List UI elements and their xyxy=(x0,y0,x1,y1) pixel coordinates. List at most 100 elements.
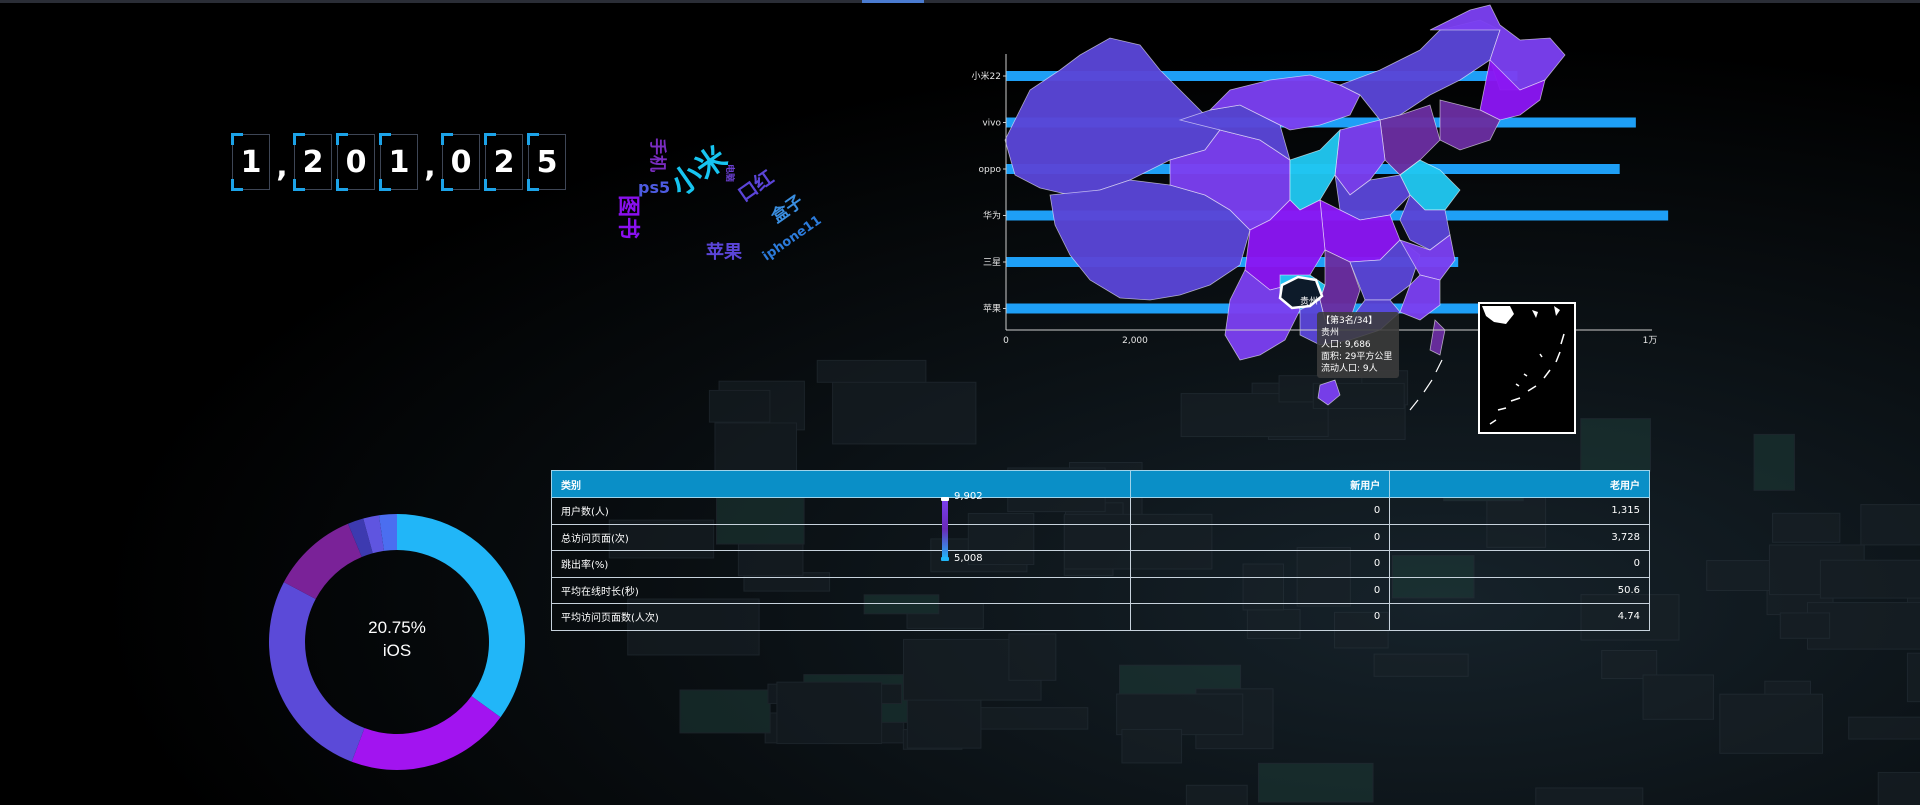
table-cell-old-users: 4.74 xyxy=(1389,603,1650,631)
word-cloud-word[interactable]: ps5 xyxy=(638,178,670,197)
bg-building xyxy=(1116,693,1244,736)
donut-slice[interactable] xyxy=(269,582,365,762)
table-cell-new-users: 0 xyxy=(1130,576,1391,604)
table-row: 跳出率(%) 0 0 xyxy=(550,550,1650,578)
bg-building xyxy=(1848,716,1920,740)
vmap-max-label: 9,902 xyxy=(954,491,983,502)
bg-building xyxy=(1819,559,1920,599)
bg-building xyxy=(1642,674,1714,720)
table-cell-category: 总访问页面(次) xyxy=(550,523,1132,551)
counter-digit: 2 xyxy=(484,133,523,191)
bg-building xyxy=(1906,652,1920,703)
word-cloud-word[interactable]: 手机 xyxy=(647,138,672,172)
bg-building xyxy=(1257,762,1374,803)
total-counter: 1,201,025 xyxy=(231,133,571,191)
table-cell-category: 用户数(人) xyxy=(550,497,1132,525)
word-cloud-word[interactable]: 盒子 xyxy=(765,187,807,228)
map-province-hainan[interactable] xyxy=(1317,379,1341,406)
counter-separator: , xyxy=(424,149,436,184)
bg-building xyxy=(1601,650,1658,680)
counter-digit: 2 xyxy=(293,133,332,191)
donut-slice[interactable] xyxy=(351,696,501,770)
table-cell-old-users: 50.6 xyxy=(1389,576,1650,604)
dashboard-screen: 1,201,025 小米 图书 手机 口红 盒子 苹果 ps5 iphone11 电脑 贵州 小… xyxy=(0,0,1920,805)
bg-building xyxy=(816,359,927,383)
donut-center-label: 20.75% iOS xyxy=(347,616,447,662)
visual-map-legend: 9,902 5,008 xyxy=(938,491,1018,565)
bg-building xyxy=(1185,784,1248,805)
x-tick-label: 0 xyxy=(1003,336,1009,346)
vmap-max-handle xyxy=(941,497,949,501)
map-island-dash xyxy=(1435,359,1443,373)
counter-separator: , xyxy=(276,149,288,184)
word-cloud-word[interactable]: 图书 xyxy=(614,195,646,239)
vmap-min-handle xyxy=(941,557,949,561)
counter-digit: 5 xyxy=(527,133,566,191)
bar-category-label: 华为 xyxy=(983,210,1001,222)
map-province-taiwan[interactable] xyxy=(1429,319,1446,356)
word-cloud-word[interactable]: iphone11 xyxy=(760,213,824,264)
bg-building xyxy=(1753,433,1795,491)
tooltip-population: 人口: 9,686 xyxy=(1321,340,1371,350)
map-province-inner-mongolia-e[interactable] xyxy=(1339,19,1501,121)
bg-building xyxy=(1772,512,1841,543)
bg-building xyxy=(1535,787,1644,805)
counter-digit: 0 xyxy=(336,133,375,191)
table-row: 总访问页面(次) 0 3,728 xyxy=(550,523,1650,551)
table-cell-new-users: 0 xyxy=(1130,550,1391,578)
counter-digit: 1 xyxy=(231,133,270,191)
bg-building xyxy=(708,389,771,423)
bar-category-label: 苹果 xyxy=(983,303,1001,315)
top-strip-active-indicator xyxy=(862,0,924,3)
map-highlight-label: 贵州 xyxy=(1300,295,1318,307)
tooltip-rank: 【第3名/34】 xyxy=(1321,316,1378,326)
donut-slice[interactable] xyxy=(283,523,362,599)
south-china-sea-inset xyxy=(1478,302,1576,434)
word-cloud-word[interactable]: 电脑 xyxy=(724,164,737,182)
bg-building xyxy=(1860,504,1920,546)
bg-building xyxy=(1779,612,1831,639)
table-cell-category: 平均访问页面数(人次) xyxy=(550,603,1132,631)
bg-building xyxy=(1719,693,1824,754)
word-cloud: 小米 图书 手机 口红 盒子 苹果 ps5 iphone11 电脑 xyxy=(615,138,830,280)
header-new-users[interactable]: 新用户 xyxy=(1130,470,1391,498)
tooltip-region: 贵州 xyxy=(1321,328,1340,338)
vmap-min-label: 5,008 xyxy=(954,553,983,564)
table-cell-old-users: 3,728 xyxy=(1389,523,1650,551)
table-cell-old-users: 1,315 xyxy=(1389,497,1650,525)
table-row: 用户数(人) 0 1,315 xyxy=(550,497,1650,525)
bg-building xyxy=(974,707,1089,730)
donut-center-name: iOS xyxy=(382,641,412,660)
map-island-dash xyxy=(1409,399,1419,411)
counter-digit: 1 xyxy=(379,133,418,191)
bg-building xyxy=(1008,633,1057,681)
map-tooltip: 【第3名/34】 贵州 人口: 9,686 面积: 29平方公里 流动人口: 9… xyxy=(1317,312,1399,378)
donut-center-value: 20.75% xyxy=(368,618,426,637)
map-island-dash xyxy=(1423,379,1433,393)
user-stats-table: 类别 新用户 老用户 用户数(人) 0 1,315 总访问页面(次) 0 3,728 跳出率… xyxy=(550,470,1650,631)
bar-category-label: 小米22 xyxy=(972,70,1001,82)
bar-category-label: vivo xyxy=(982,119,1001,129)
counter-digit: 0 xyxy=(441,133,480,191)
table-header-row: 类别 新用户 老用户 xyxy=(550,470,1650,498)
table-cell-category: 平均在线时长(秒) xyxy=(550,576,1132,604)
header-old-users[interactable]: 老用户 xyxy=(1389,470,1650,498)
x-tick-label: 1万 xyxy=(1643,336,1658,346)
table-row: 平均在线时长(秒) 0 50.6 xyxy=(550,576,1650,604)
table-row: 平均访问页面数(人次) 0 4.74 xyxy=(550,603,1650,631)
bg-building xyxy=(1121,728,1183,764)
word-cloud-word[interactable]: 苹果 xyxy=(706,238,742,264)
bg-building xyxy=(1373,653,1469,677)
x-tick-label: 2,000 xyxy=(1122,336,1148,346)
bar-category-label: 三星 xyxy=(983,257,1001,268)
word-cloud-word[interactable]: 口红 xyxy=(732,163,779,207)
table-cell-new-users: 0 xyxy=(1130,603,1391,631)
table-cell-old-users: 0 xyxy=(1389,550,1650,578)
table-cell-new-users: 0 xyxy=(1130,497,1391,525)
map-province-shaanxi[interactable] xyxy=(1289,128,1341,211)
bg-building xyxy=(776,681,883,745)
header-category[interactable]: 类别 xyxy=(550,470,1132,498)
tooltip-area: 面积: 29平方公里 xyxy=(1321,352,1393,362)
table-cell-category: 跳出率(%) xyxy=(550,550,1132,578)
bar-category-label: oppo xyxy=(979,165,1002,175)
